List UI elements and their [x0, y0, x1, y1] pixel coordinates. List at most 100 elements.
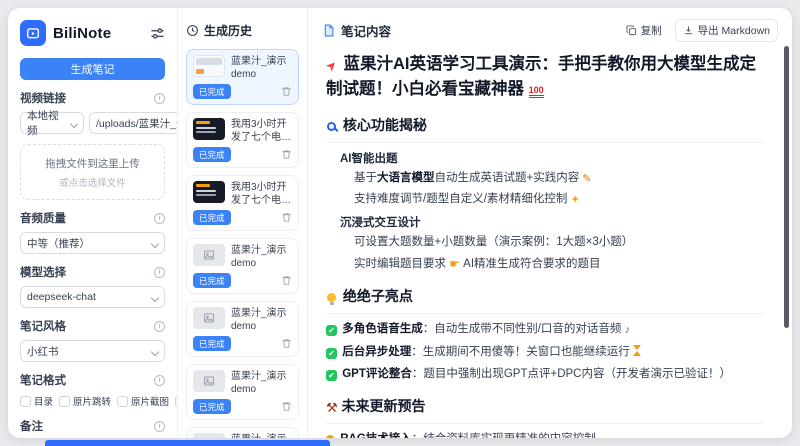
- history-item-title: 我用3小时开发了七个电脑软件，解决了我..: [231, 118, 292, 144]
- video-source-value: 本地视频: [27, 108, 67, 138]
- trash-icon[interactable]: [281, 86, 292, 97]
- checkbox-label: 目录: [34, 394, 53, 408]
- history-item-title: 蓝果汁_演示demo: [231, 244, 292, 270]
- history-item-title: 蓝果汁_演示demo: [231, 433, 292, 438]
- history-item-title: 我用3小时开发了七个电脑软件，解决了我..: [231, 181, 292, 207]
- group-title: AI智能出题: [340, 150, 764, 166]
- note-format-options: 目录 原片跳转 原片截图 AI总结: [20, 394, 165, 408]
- section-heading: ⚒ 未来更新预告: [326, 396, 764, 424]
- trash-icon[interactable]: [281, 401, 292, 412]
- note-style-value: 小红书: [27, 344, 59, 359]
- history-item[interactable]: 我用3小时开发了七个电脑软件，解决了我.. 已完成: [186, 112, 299, 168]
- video-source-select[interactable]: 本地视频: [20, 112, 84, 134]
- image-icon: [203, 375, 215, 387]
- info-icon[interactable]: [154, 93, 165, 104]
- download-icon: [683, 25, 694, 36]
- model-select[interactable]: deepseek-chat: [20, 286, 165, 308]
- history-item[interactable]: 蓝果汁_演示demo 已完成: [186, 238, 299, 294]
- trash-icon[interactable]: [281, 338, 292, 349]
- info-icon[interactable]: [154, 213, 165, 224]
- image-icon: [203, 312, 215, 324]
- export-markdown-button[interactable]: 导出 Markdown: [675, 19, 778, 42]
- bilinote-logo-icon: [20, 20, 46, 46]
- info-icon[interactable]: [154, 321, 165, 332]
- checklist-line: ✔ 后台异步处理：生成期间不用傻等！关窗口也能继续运行: [326, 344, 764, 361]
- history-item[interactable]: 我用3小时开发了七个电脑软件，解决了我.. 已完成: [186, 175, 299, 231]
- note-line: 可设置大题数量+小题数量（演示案例：1大题×3小题）: [354, 234, 764, 251]
- app-title: BiliNote: [53, 25, 143, 42]
- document-icon: [322, 24, 335, 37]
- status-badge: 已完成: [193, 336, 231, 351]
- status-badge: 已完成: [193, 273, 231, 288]
- placeholder-thumbnail: [193, 307, 225, 329]
- upload-dropzone[interactable]: 拖拽文件到这里上传 或点击选择文件: [20, 144, 165, 200]
- model-value: deepseek-chat: [27, 291, 96, 303]
- checkbox-label: 原片截图: [131, 394, 169, 408]
- trash-icon[interactable]: [281, 212, 292, 223]
- remark-label: 备注: [20, 418, 43, 434]
- bullet-line: RAG技术接入：结合资料库实现更精准的内容控制: [326, 431, 764, 438]
- history-item[interactable]: 蓝果汁_演示demo 已完成: [186, 427, 299, 438]
- placeholder-thumbnail: [193, 244, 225, 266]
- audio-quality-label: 音频质量: [20, 210, 66, 226]
- video-thumbnail: [193, 55, 225, 77]
- generate-note-button[interactable]: 生成笔记: [20, 58, 165, 80]
- history-item-title: 蓝果汁_演示demo: [231, 307, 292, 333]
- note-panel: 笔记内容 复制 导出 Markdown ➤ 蓝果汁AI英语学习工具演示：手把手教…: [308, 8, 792, 438]
- status-badge: 已完成: [193, 210, 231, 225]
- bottom-blue-bar: [45, 440, 330, 446]
- status-badge: 已完成: [193, 147, 231, 162]
- clock-icon: [186, 24, 199, 37]
- checklist-line: ✔ GPT评论整合：题目中强制出现GPT点评+DPC内容（开发者演示已验证！）: [326, 366, 764, 383]
- note-line: 基于大语言模型自动生成英语试题+实践内容 ✎: [354, 170, 764, 188]
- checkbox-jump[interactable]: [59, 396, 70, 407]
- history-item[interactable]: 蓝果汁_演示demo 已完成: [186, 364, 299, 420]
- video-thumbnail: [193, 181, 225, 203]
- trash-icon[interactable]: [281, 275, 292, 286]
- placeholder-thumbnail: [193, 433, 225, 438]
- history-item[interactable]: 蓝果汁_演示demo 已完成: [186, 301, 299, 357]
- scrollbar-thumb[interactable]: [784, 46, 789, 328]
- copy-icon: [626, 25, 637, 36]
- trash-icon[interactable]: [281, 149, 292, 160]
- section-heading: 绝绝子亮点: [326, 286, 764, 314]
- video-link-label: 视频链接: [20, 90, 66, 106]
- note-line: 支持难度调节/题型自定义/素材精细化控制 ✦: [354, 191, 764, 209]
- brand-header: BiliNote: [20, 20, 165, 46]
- video-path-input[interactable]: [89, 112, 178, 134]
- group-title: 沉浸式交互设计: [340, 214, 764, 230]
- copy-button[interactable]: 复制: [619, 20, 669, 41]
- status-badge: 已完成: [193, 399, 231, 414]
- checkbox-toc[interactable]: [20, 396, 31, 407]
- status-badge: 已完成: [193, 84, 231, 99]
- settings-sliders-icon[interactable]: [150, 26, 165, 41]
- audio-quality-select[interactable]: 中等（推荐）: [20, 232, 165, 254]
- history-item[interactable]: 蓝果汁_演示demo 已完成: [186, 49, 299, 105]
- info-icon[interactable]: [154, 375, 165, 386]
- image-icon: [203, 249, 215, 261]
- note-style-select[interactable]: 小红书: [20, 340, 165, 362]
- upload-hint: 拖拽文件到这里上传: [45, 156, 140, 171]
- info-icon[interactable]: [154, 267, 165, 278]
- copy-button-label: 复制: [641, 23, 662, 38]
- app-window: BiliNote 生成笔记 视频链接 本地视频 拖拽文件到这里上传 或点击选择文…: [8, 8, 792, 438]
- note-line: 实时编辑题目要求 ☛ AI精准生成符合要求的题目: [354, 255, 764, 273]
- checklist-line: ✔ 多角色语音生成：自动生成带不同性别/口音的对话音频 ♪: [326, 321, 764, 339]
- section-heading: 核心功能揭秘: [326, 115, 764, 143]
- placeholder-thumbnail: [193, 370, 225, 392]
- note-style-label: 笔记风格: [20, 318, 66, 334]
- checkbox-label: 原片跳转: [73, 394, 111, 408]
- audio-quality-value: 中等（推荐）: [27, 236, 90, 251]
- export-button-label: 导出 Markdown: [698, 23, 770, 38]
- model-select-label: 模型选择: [20, 264, 66, 280]
- checkbox-screenshot[interactable]: [117, 396, 128, 407]
- history-item-title: 蓝果汁_演示demo: [231, 55, 292, 81]
- note-format-label: 笔记格式: [20, 372, 66, 388]
- info-icon[interactable]: [154, 421, 165, 432]
- history-item-title: 蓝果汁_演示demo: [231, 370, 292, 396]
- note-title: ➤ 蓝果汁AI英语学习工具演示：手把手教你用大模型生成定制试题！小白必看宝藏神器…: [326, 52, 764, 102]
- sidebar: BiliNote 生成笔记 视频链接 本地视频 拖拽文件到这里上传 或点击选择文…: [8, 8, 178, 438]
- video-thumbnail: [193, 118, 225, 140]
- history-title: 生成历史: [204, 22, 252, 39]
- upload-subhint: 或点击选择文件: [59, 175, 126, 189]
